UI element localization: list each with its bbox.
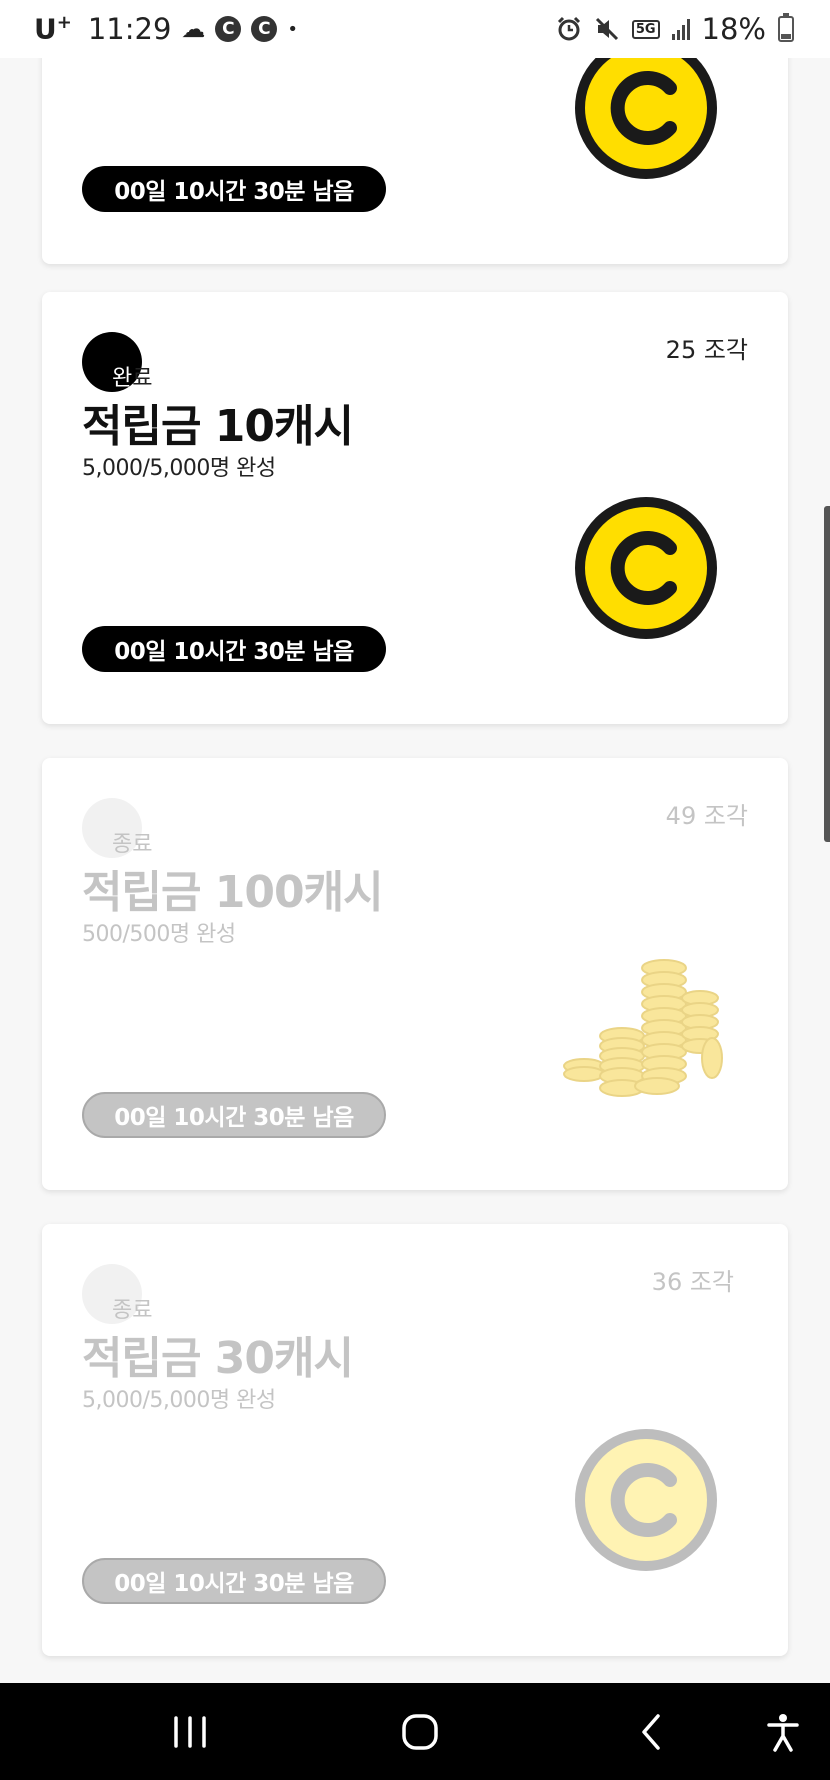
timer-pill: 00일 10시간 30분 남음: [82, 1092, 386, 1138]
carrier-label: U+: [34, 12, 72, 46]
cloud-notification-icon: ☁: [181, 15, 206, 43]
coin-stack-icon: [563, 959, 723, 1097]
home-button[interactable]: [380, 1683, 460, 1780]
reward-title: 적립금 100캐시: [82, 867, 384, 918]
mute-icon: [594, 16, 620, 42]
event-card[interactable]: 25 조각 완료 적립금 10캐시 5,000/5,000명 완성 00일 10…: [42, 292, 788, 724]
timer-pill: 00일 10시간 30분 남음: [82, 626, 386, 672]
network-type-badge: 5G: [631, 19, 660, 39]
piece-count: 25 조각: [665, 336, 748, 364]
signal-strength-icon: [671, 18, 690, 40]
progress-text: 500/500명 완성: [82, 922, 236, 947]
timer-pill: 00일 10시간 30분 남음: [82, 166, 386, 212]
alarm-icon: [556, 16, 582, 42]
coin-c-icon: [575, 1429, 717, 1571]
reward-title: 적립금 30캐시: [82, 1333, 354, 1384]
app-notification-icon: C: [251, 16, 278, 42]
recent-apps-button[interactable]: [150, 1683, 230, 1780]
back-icon: [642, 1713, 660, 1750]
scroll-indicator[interactable]: [824, 506, 830, 842]
accessibility-button[interactable]: [748, 1683, 818, 1780]
progress-text: 5,000/5,000명 완성: [82, 456, 276, 481]
status-right: 5G 18%: [556, 12, 794, 46]
event-list[interactable]: 00일 10시간 30분 남음 25 조각 완료 적립금 10캐시 5,000/…: [0, 58, 830, 1683]
event-card[interactable]: 36 조각 종료 적립금 30캐시 5,000/5,000명 완성 00일 10…: [42, 1224, 788, 1656]
system-nav-bar: [0, 1683, 830, 1780]
status-badge-label: 종료: [112, 832, 153, 857]
app-notification-icon: C: [215, 16, 242, 42]
event-card[interactable]: 49 조각 종료 적립금 100캐시 500/500명 완성 00일 10시간 …: [42, 758, 788, 1190]
accessibility-icon: [767, 1713, 799, 1752]
timer-pill: 00일 10시간 30분 남음: [82, 1558, 386, 1604]
battery-icon: [778, 13, 794, 42]
piece-count: 36 조각: [651, 1268, 734, 1296]
coin-c-icon: [575, 58, 717, 179]
coin-c-icon: [575, 497, 717, 639]
status-badge-label: 완료: [112, 366, 153, 391]
back-button[interactable]: [612, 1683, 692, 1780]
status-badge-label: 종료: [112, 1298, 153, 1323]
progress-text: 5,000/5,000명 완성: [82, 1388, 276, 1413]
event-card[interactable]: 00일 10시간 30분 남음: [42, 58, 788, 264]
home-icon: [402, 1713, 438, 1750]
status-time: 11:29: [87, 12, 172, 46]
more-notifications-dot: •: [287, 18, 299, 40]
battery-percent: 18%: [701, 12, 766, 46]
piece-count: 49 조각: [665, 802, 748, 830]
status-bar: U+ 11:29 ☁ C C • 5G 18%: [0, 0, 830, 58]
status-left: U+ 11:29 ☁ C C •: [34, 12, 298, 46]
reward-title: 적립금 10캐시: [82, 401, 354, 452]
recent-apps-icon: [174, 1715, 206, 1748]
